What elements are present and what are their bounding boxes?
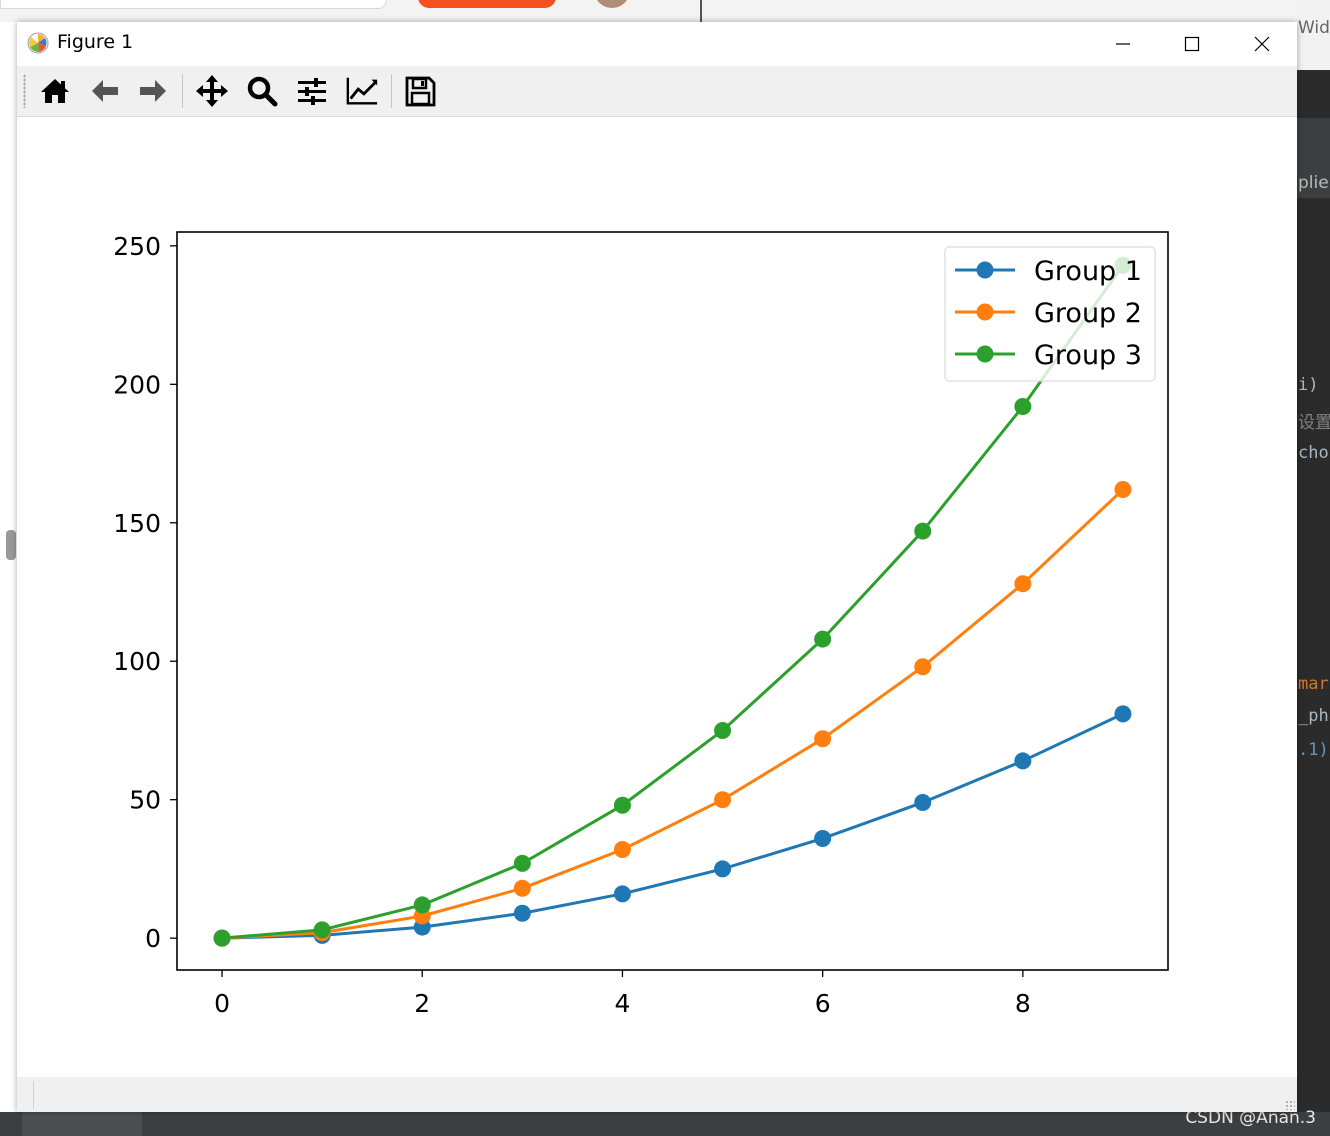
background-code-fragment: plien [1298, 173, 1330, 193]
series-1-point [1114, 705, 1132, 723]
background-code-fragment: i) [1298, 375, 1319, 395]
background-scroll-handle [6, 530, 16, 560]
y-tick-label: 150 [113, 509, 161, 538]
subplots-button[interactable] [295, 74, 329, 108]
title-bar[interactable]: Figure 1 [17, 22, 1297, 66]
series-line-2 [221, 488, 1124, 940]
toolbar-separator [182, 74, 183, 108]
background-divider [700, 0, 702, 22]
y-tick-label: 100 [113, 647, 161, 676]
series-1-point [613, 885, 631, 903]
window-title: Figure 1 [57, 31, 134, 53]
series-2-point [814, 730, 832, 748]
series-1-point [1014, 752, 1032, 770]
legend-marker [976, 303, 994, 321]
series-2-point [914, 658, 932, 676]
x-tick-label: 2 [414, 989, 430, 1018]
background-code-fragment: cho [1298, 443, 1329, 463]
series-1-point [914, 793, 932, 811]
figure-canvas[interactable]: 0 2 4 6 8 0 50 100 150 200 250 Group 1 Group 2 Group… [17, 117, 1297, 1077]
background-code-fragment: _pha [1298, 706, 1330, 726]
series-3-point [213, 929, 231, 947]
background-ide-statusbar [0, 1112, 1330, 1136]
maximize-button[interactable] [1170, 26, 1214, 62]
series-3-point [914, 522, 932, 540]
legend-label: Group 3 [1034, 340, 1142, 371]
y-tick-label: 50 [129, 786, 161, 815]
matplotlib-logo-icon [27, 32, 49, 54]
close-button[interactable] [1240, 26, 1284, 62]
background-code-fragment: mar [1298, 674, 1329, 694]
series-1-point [513, 904, 531, 922]
home-icon [41, 79, 69, 103]
x-tick-label: 0 [214, 989, 230, 1018]
legend-label: Group 1 [1034, 256, 1142, 287]
forward-button[interactable] [136, 74, 170, 108]
zoom-button[interactable] [245, 74, 279, 108]
series-3-point [714, 721, 732, 739]
toolbar-grip[interactable] [23, 74, 26, 108]
background-code-fragment: Widg [1298, 18, 1330, 38]
series-3-point [313, 921, 331, 939]
series-3-point [513, 854, 531, 872]
series-2-point [1014, 575, 1032, 593]
pan-icon [196, 75, 228, 107]
home-button[interactable] [38, 74, 72, 108]
background-ide-tools [22, 1112, 142, 1136]
subplots-icon [298, 78, 326, 105]
series-3-point [814, 630, 832, 648]
close-icon [1254, 36, 1270, 52]
series-2-point [714, 791, 732, 809]
legend-marker [976, 261, 994, 279]
background-code-fragment: 设置 [1298, 413, 1330, 433]
resize-grip[interactable] [1285, 1100, 1295, 1110]
customize-icon [346, 77, 378, 105]
legend-label: Group 2 [1034, 298, 1142, 329]
background-code-fragment: .1) [1298, 740, 1329, 760]
y-tick-label: 200 [113, 370, 161, 399]
minimize-icon [1116, 43, 1130, 45]
background-red-button [418, 0, 556, 8]
back-button[interactable] [88, 74, 122, 108]
save-icon [405, 76, 436, 107]
x-tick-label: 8 [1015, 989, 1031, 1018]
figure-window: Figure 1 0 2 4 6 8 0 50 100 150 200 250 … [17, 22, 1297, 1112]
back-icon [92, 80, 118, 102]
minimize-button[interactable] [1101, 26, 1145, 62]
series-3-point [1014, 397, 1032, 415]
toolbar-separator [391, 74, 392, 108]
pan-button[interactable] [195, 74, 229, 108]
y-tick-label: 250 [113, 232, 161, 261]
save-button[interactable] [403, 74, 437, 108]
navigation-toolbar [17, 66, 1297, 117]
series-3-point [613, 796, 631, 814]
background-browser-tab [0, 0, 387, 9]
zoom-icon [247, 76, 278, 107]
series-3-point [413, 896, 431, 914]
maximize-icon [1184, 36, 1200, 52]
x-tick-label: 6 [815, 989, 831, 1018]
legend-marker [976, 345, 994, 363]
status-bar [17, 1077, 1297, 1112]
series-2-point [513, 879, 531, 897]
forward-icon [140, 80, 166, 102]
series-1-point [714, 860, 732, 878]
series-2-point [1114, 481, 1132, 499]
x-tick-label: 4 [614, 989, 630, 1018]
series-2-point [613, 841, 631, 859]
series-1-point [814, 829, 832, 847]
y-tick-label: 0 [145, 924, 161, 953]
line-chart: 0 2 4 6 8 0 50 100 150 200 250 Group 1 Group 2 Group… [113, 231, 1169, 1018]
customize-button[interactable] [345, 74, 379, 108]
status-separator [33, 1081, 34, 1109]
